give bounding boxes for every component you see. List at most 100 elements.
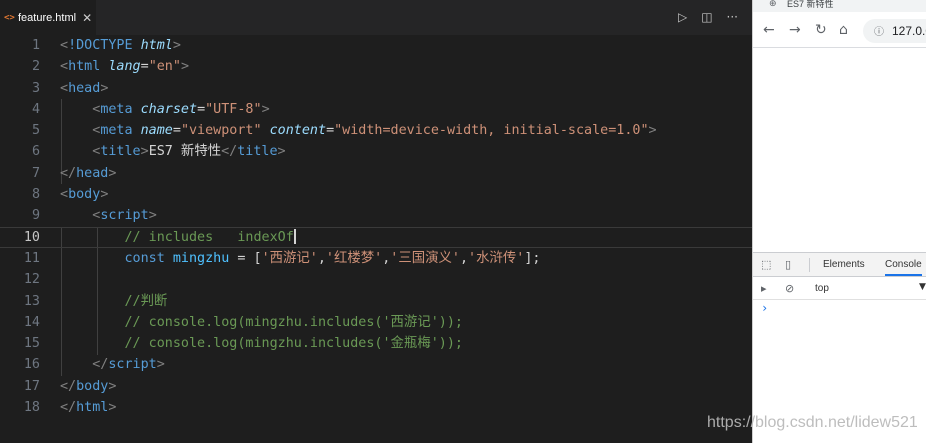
tab-console[interactable]: Console [885,259,922,276]
code-editor[interactable]: <> feature.html ✕ ▷ ◫ ··· 1 <!DOCTYPE htm… [0,0,752,443]
code-text: // includes indexOf [60,228,296,247]
code-token: '西游记' [261,250,318,266]
code-token: "UTF-8" [205,101,262,117]
code-token: '三国演义' [390,250,460,266]
editor-tab-bar: <> feature.html ✕ ▷ ◫ ··· [0,0,752,35]
info-icon[interactable]: ⓘ [874,23,884,38]
code-line[interactable]: 14 // console.log(mingzhu.includes('西游记'… [0,312,752,333]
code-line[interactable]: 7 </head> [0,163,752,184]
more-actions-icon[interactable]: ··· [727,10,738,24]
clear-console-icon[interactable]: ⊘ [785,282,794,295]
divider [809,258,810,272]
text-cursor [293,229,296,245]
code-token: > [100,187,109,203]
code-token: script [100,208,149,224]
watermark: https://blog.csdn.net/lidew521 [707,414,918,431]
line-number: 12 [23,272,40,288]
close-icon[interactable]: ✕ [82,11,92,25]
chevron-down-icon[interactable]: ▼ [919,282,926,292]
device-toolbar-icon[interactable]: ▯ [785,258,791,271]
run-icon[interactable]: ▷ [678,10,687,24]
code-line[interactable]: 4 <meta charset="UTF-8"> [0,99,752,120]
code-line[interactable]: 15 // console.log(mingzhu.includes('金瓶梅'… [0,333,752,354]
code-token: mingzhu [172,250,230,266]
browser-tab[interactable]: ⊕ ES7 新特性 [753,0,926,12]
code-line[interactable]: 10 // includes indexOf [0,226,752,248]
sidebar-toggle-icon[interactable]: ▸ [761,282,767,295]
code-token: , [459,250,469,266]
code-line[interactable]: 13 //判断 [0,291,752,312]
code-token: name [140,123,173,139]
code-line[interactable]: 2 <html lang="en"> [0,56,752,77]
code-token: charset [140,101,198,117]
context-select[interactable]: top [815,283,829,294]
code-line[interactable]: 17 </body> [0,376,752,397]
browser-toolbar: ← → ↻ ⌂ ⓘ 127.0.0.1 [753,14,926,48]
code-token: > [100,80,109,96]
code-token: meta [100,101,133,117]
code-token: html [76,400,109,416]
line-number: 7 [31,165,40,181]
line-number: 16 [23,357,40,373]
code-token: body [68,187,101,203]
home-icon[interactable]: ⌂ [839,22,848,38]
line-number: 6 [31,144,40,160]
code-token: '红楼梦' [325,250,383,266]
code-token: </ [60,165,77,181]
code-text: <meta name="viewport" content="width=dev… [60,120,656,141]
code-line[interactable]: 18 </html> [0,397,752,418]
code-line[interactable]: 1 <!DOCTYPE html> [0,35,752,56]
code-token: </ [60,400,77,416]
tab-feature-html[interactable]: <> feature.html ✕ [0,0,96,35]
code-token: < [60,187,69,203]
code-token: lang [108,59,141,75]
code-token: head [76,165,109,181]
reload-icon[interactable]: ↻ [815,22,827,38]
tab-elements[interactable]: Elements [823,259,865,270]
url-text[interactable]: 127.0.0.1 [892,24,926,38]
console-prompt[interactable]: › [761,301,768,315]
code-line[interactable]: 6 <title>ES7 新特性</title> [0,141,752,162]
code-token: // console.log(mingzhu.includes('西游记')); [124,314,463,330]
inspect-element-icon[interactable]: ⬚ [761,258,771,271]
code-token: = [ [229,250,262,266]
code-token: //判断 [124,293,168,309]
code-token: , [317,250,326,266]
code-token: > [108,378,117,394]
browser-tab-title: ES7 新特性 [787,0,834,9]
code-line[interactable]: 16 </script> [0,354,752,375]
code-token: ]; [524,250,541,266]
code-area[interactable]: 1 <!DOCTYPE html> 2 <html lang="en"> 3 <head>… [0,35,752,418]
line-number: 15 [23,336,40,352]
code-line[interactable]: 9 <script> [0,205,752,226]
code-line[interactable]: 3 <head> [0,78,752,99]
editor-actions: ▷ ◫ ··· [678,10,738,24]
code-token: > [108,165,117,181]
code-token: ES7 新特性 [148,144,222,160]
code-line[interactable]: 8 <body> [0,184,752,205]
line-number: 2 [31,59,40,75]
code-token: > [140,144,149,160]
code-line[interactable]: 11 const mingzhu = ['西游记','红楼梦','三国演义','… [0,248,752,269]
back-arrow-icon[interactable]: ← [763,22,775,38]
code-token: > [180,59,189,75]
code-token: meta [100,123,133,139]
code-token: > [277,144,286,160]
forward-arrow-icon[interactable]: → [789,22,801,38]
code-token: content [269,123,327,139]
code-token: !DOCTYPE [68,38,133,53]
code-text: </head> [60,163,116,184]
split-editor-icon[interactable]: ◫ [701,10,712,24]
code-line[interactable]: 12 [0,269,752,290]
line-number: 4 [31,101,40,117]
code-token: = [140,59,149,75]
code-line[interactable]: 5 <meta name="viewport" content="width=d… [0,120,752,141]
globe-icon: ⊕ [769,0,777,9]
